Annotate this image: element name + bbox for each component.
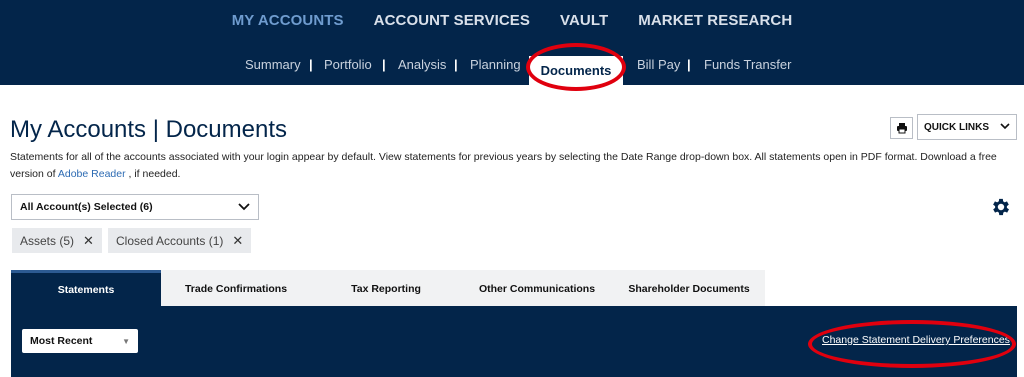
sub-nav-separator: | [309, 57, 313, 72]
change-delivery-preferences-link[interactable]: Change Statement Delivery Preferences [822, 334, 1010, 346]
tab-shareholder-documents[interactable]: Shareholder Documents [613, 270, 765, 307]
adobe-reader-link[interactable]: Adobe Reader [58, 168, 126, 180]
main-nav-account-services[interactable]: ACCOUNT SERVICES [359, 12, 545, 29]
chip-label: Assets (5) [20, 233, 75, 248]
print-button[interactable] [890, 117, 913, 139]
chip-label: Closed Accounts (1) [116, 233, 224, 248]
sub-nav-bill-pay[interactable]: Bill Pay [637, 57, 680, 72]
description-suffix: , if needed. [125, 168, 181, 180]
sub-nav-separator: | [382, 57, 386, 72]
sub-nav: Summary | Portfolio | Analysis | Plannin… [0, 56, 1024, 85]
sub-nav-planning[interactable]: Planning [470, 57, 521, 72]
tab-statements[interactable]: Statements [11, 270, 161, 307]
chevron-down-icon [1000, 121, 1010, 133]
close-icon[interactable]: ✕ [83, 233, 94, 249]
account-select-value: All Account(s) Selected (6) [20, 201, 153, 213]
tab-trade-confirmations[interactable]: Trade Confirmations [161, 270, 311, 307]
gear-icon[interactable] [990, 196, 1012, 218]
sub-nav-summary[interactable]: Summary [245, 57, 301, 72]
sub-nav-separator: | [687, 57, 691, 72]
main-nav-market-research[interactable]: MARKET RESEARCH [623, 12, 807, 29]
main-nav: MY ACCOUNTS ACCOUNT SERVICES VAULT MARKE… [0, 12, 1024, 29]
filter-chip-closed-accounts: Closed Accounts (1) ✕ [108, 228, 252, 253]
document-tabs: Statements Trade Confirmations Tax Repor… [11, 270, 765, 307]
account-select[interactable]: All Account(s) Selected (6) [11, 194, 259, 220]
printer-icon [896, 123, 907, 134]
page-description: Statements for all of the accounts assoc… [10, 149, 1020, 183]
sub-nav-portfolio[interactable]: Portfolio [324, 57, 372, 72]
filter-chip-assets: Assets (5) ✕ [12, 228, 102, 253]
main-nav-vault[interactable]: VAULT [545, 12, 623, 29]
close-icon[interactable]: ✕ [232, 233, 243, 249]
date-range-select[interactable]: Most Recent ▼ [22, 329, 138, 353]
sub-nav-analysis[interactable]: Analysis [398, 57, 446, 72]
date-range-value: Most Recent [30, 335, 93, 347]
tab-tax-reporting[interactable]: Tax Reporting [311, 270, 461, 307]
caret-down-icon: ▼ [122, 336, 130, 346]
sub-nav-documents[interactable]: Documents [529, 56, 623, 85]
top-navigation-bar: MY ACCOUNTS ACCOUNT SERVICES VAULT MARKE… [0, 0, 1024, 85]
quick-links-label: QUICK LINKS [924, 121, 989, 133]
tab-other-communications[interactable]: Other Communications [461, 270, 613, 307]
chevron-down-icon [238, 200, 250, 214]
sub-nav-funds-transfer[interactable]: Funds Transfer [704, 57, 791, 72]
page-title: My Accounts | Documents [10, 116, 288, 143]
main-nav-my-accounts[interactable]: MY ACCOUNTS [217, 12, 359, 29]
quick-links-dropdown[interactable]: QUICK LINKS [917, 114, 1017, 140]
sub-nav-separator: | [454, 57, 458, 72]
